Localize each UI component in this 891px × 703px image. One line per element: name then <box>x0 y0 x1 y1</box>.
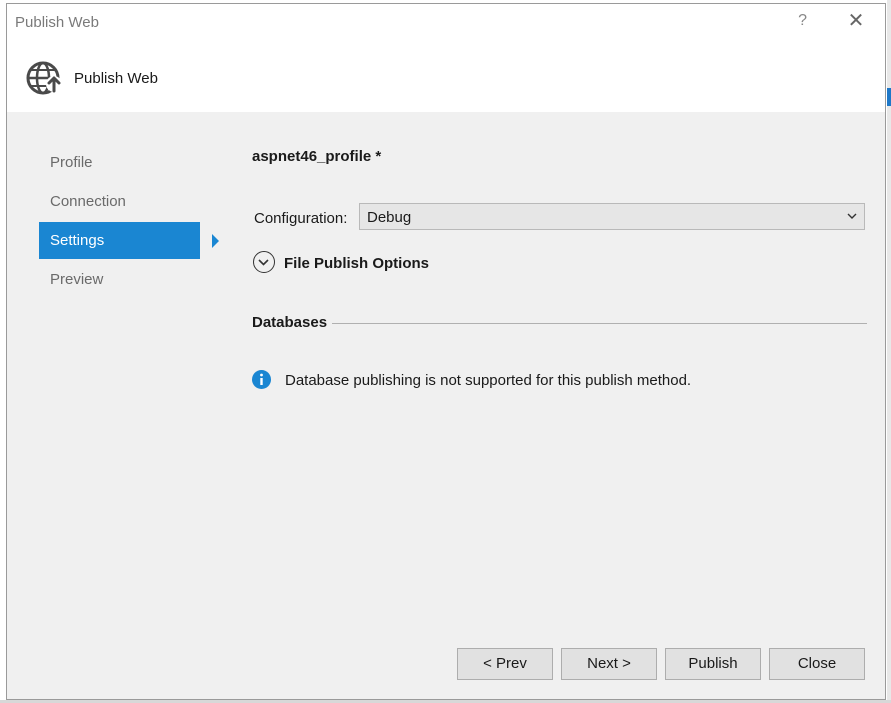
configuration-select[interactable]: Debug <box>359 203 865 230</box>
nav-item-connection[interactable]: Connection <box>39 183 200 220</box>
configuration-label: Configuration: <box>254 210 348 227</box>
nav-item-label: Connection <box>50 193 126 210</box>
databases-label: Databases <box>252 314 328 331</box>
wizard-nav: Profile Connection Settings Preview <box>39 144 219 300</box>
header-title: Publish Web <box>74 70 158 87</box>
info-icon <box>252 370 271 389</box>
help-button[interactable]: ? <box>798 12 807 30</box>
chevron-down-icon <box>258 259 269 266</box>
close-window-button[interactable]: ✕ <box>845 10 867 32</box>
file-publish-options-label: File Publish Options <box>284 255 430 272</box>
chevron-down-icon <box>847 213 857 219</box>
close-button[interactable]: Close <box>769 648 865 680</box>
prev-button[interactable]: < Prev <box>457 648 553 680</box>
globe-publish-icon <box>26 61 62 95</box>
window-title: Publish Web <box>15 14 99 31</box>
databases-section-header: Databases <box>252 314 867 334</box>
background-ide-edge <box>887 0 891 703</box>
active-pointer-icon <box>212 234 219 248</box>
publish-button[interactable]: Publish <box>665 648 761 680</box>
databases-info-text: Database publishing is not supported for… <box>285 372 692 389</box>
configuration-value: Debug <box>367 209 412 226</box>
nav-item-label: Preview <box>50 271 104 288</box>
publish-web-dialog: Publish Web ? ✕ Publish Web Profile Conn… <box>6 3 886 700</box>
dialog-header: Publish Web <box>7 42 885 112</box>
next-button[interactable]: Next > <box>561 648 657 680</box>
section-divider <box>332 323 867 324</box>
nav-item-preview[interactable]: Preview <box>39 261 200 298</box>
profile-name: aspnet46_profile * <box>252 148 382 165</box>
nav-item-label: Settings <box>50 232 105 249</box>
expand-circle-icon <box>253 251 275 273</box>
title-bar[interactable]: Publish Web ? ✕ <box>7 4 885 42</box>
nav-item-settings[interactable]: Settings <box>39 222 219 259</box>
close-icon: ✕ <box>847 10 865 32</box>
nav-item-label: Profile <box>50 154 93 171</box>
nav-item-profile[interactable]: Profile <box>39 144 200 181</box>
